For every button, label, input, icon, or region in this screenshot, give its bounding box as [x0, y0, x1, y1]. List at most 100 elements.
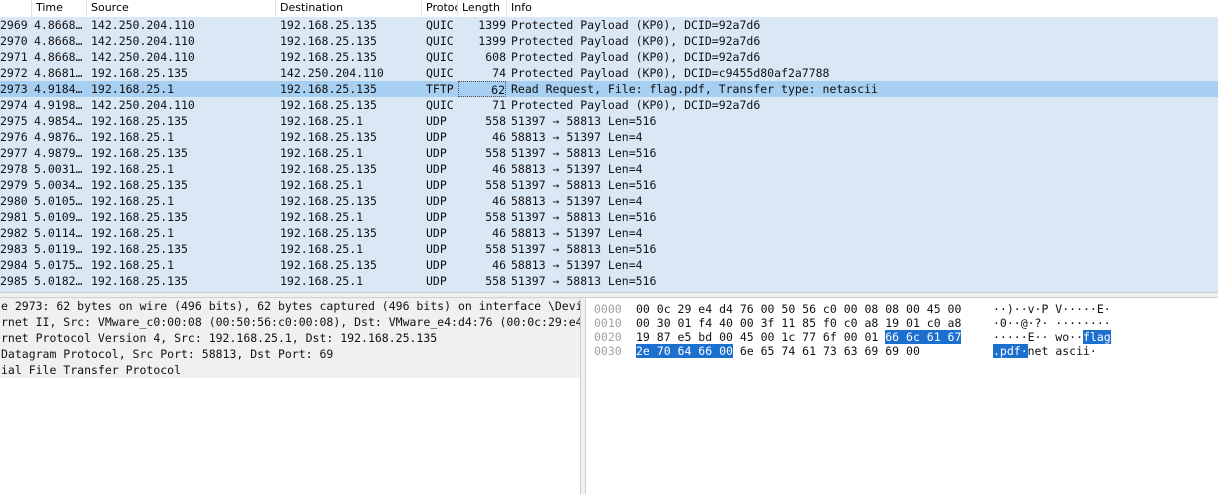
- packet-number: 2971: [0, 50, 28, 64]
- packet-time: 5.0031…: [34, 162, 83, 176]
- packet-protocol: UDP: [426, 210, 447, 224]
- packet-row[interactable]: 2974 4.9198… 142.250.204.110 192.168.25.135…: [0, 97, 1218, 113]
- packet-time: 5.0175…: [34, 258, 83, 272]
- bytes-row: 0000 00 0c 29 e4 d4 76 00 50 56 c0 00 08…: [586, 302, 1218, 316]
- packet-source: 192.168.25.135: [91, 146, 188, 160]
- packet-row[interactable]: 2976 4.9876… 192.168.25.1 192.168.25.135 UDP…: [0, 129, 1218, 145]
- packet-row[interactable]: 2975 4.9854… 192.168.25.135 192.168.25.1 UDP…: [0, 113, 1218, 129]
- packet-number: 2982: [0, 226, 28, 240]
- packet-row[interactable]: 2983 5.0119… 192.168.25.135 192.168.25.1 UDP…: [0, 241, 1218, 257]
- packet-row-selected[interactable]: 2973 4.9184… 192.168.25.1 192.168.25.135 TFT…: [0, 81, 1218, 97]
- packet-info: 51397 → 58813 Len=516: [511, 178, 657, 192]
- bytes-hex-plain: 6e 65 74 61 73 63 69 69 00: [732, 344, 920, 358]
- packet-info: Read Request, File: flag.pdf, Transfer t…: [511, 82, 878, 96]
- packet-row[interactable]: 2978 5.0031… 192.168.25.1 192.168.25.135 UDP…: [0, 161, 1218, 177]
- packet-protocol: UDP: [426, 114, 447, 128]
- bytes-ascii[interactable]: ··)··v·P V·····E·: [993, 302, 1111, 316]
- packet-row[interactable]: 2972 4.8681… 192.168.25.135 142.250.204.110…: [0, 65, 1218, 81]
- packet-bytes-pane[interactable]: 0000 00 0c 29 e4 d4 76 00 50 56 c0 00 08…: [586, 298, 1218, 494]
- details-ethernet-line[interactable]: rnet II, Src: VMware_c0:00:08 (00:50:56:…: [0, 314, 580, 330]
- packet-row[interactable]: 2969 4.8668… 142.250.204.110 192.168.25.135…: [0, 17, 1218, 33]
- packet-protocol: UDP: [426, 130, 447, 144]
- packet-number: 2977: [0, 146, 28, 160]
- packet-row[interactable]: 2981 5.0109… 192.168.25.135 192.168.25.1 UDP…: [0, 209, 1218, 225]
- packet-row[interactable]: 2977 4.9879… 192.168.25.135 192.168.25.1 UDP…: [0, 145, 1218, 161]
- packet-row[interactable]: 2984 5.0175… 192.168.25.1 192.168.25.135 UDP…: [0, 257, 1218, 273]
- packet-info: 51397 → 58813 Len=516: [511, 274, 657, 288]
- bytes-hex[interactable]: 19 87 e5 bd 00 45 00 1c 77 6f 00 01 66 6…: [636, 330, 962, 344]
- packet-row[interactable]: 2980 5.0105… 192.168.25.1 192.168.25.135 UDP…: [0, 193, 1218, 209]
- details-tree: e 2973: 62 bytes on wire (496 bits), 62 …: [0, 298, 580, 378]
- details-udp-line[interactable]: Datagram Protocol, Src Port: 58813, Dst …: [0, 346, 580, 362]
- packet-destination: 192.168.25.1: [280, 242, 364, 256]
- packet-length: 558: [485, 210, 506, 224]
- packet-info: 51397 → 58813 Len=516: [511, 114, 657, 128]
- packet-time: 4.9198…: [34, 98, 83, 112]
- packet-length: 558: [485, 242, 506, 256]
- packet-protocol: UDP: [426, 242, 447, 256]
- packet-number: 2983: [0, 242, 28, 256]
- packet-protocol: UDP: [426, 146, 447, 160]
- packet-protocol: QUIC: [426, 34, 454, 48]
- column-length[interactable]: Length: [458, 0, 507, 17]
- bytes-ascii[interactable]: .pdf·net ascii·: [993, 344, 1097, 358]
- packet-list[interactable]: Time Source Destination Protoc Length In…: [0, 0, 1218, 292]
- packet-row[interactable]: 2971 4.8668… 142.250.204.110 192.168.25.135…: [0, 49, 1218, 65]
- packet-info: 58813 → 51397 Len=4: [511, 130, 643, 144]
- packet-length: 558: [485, 274, 506, 288]
- packet-destination: 192.168.25.1: [280, 114, 364, 128]
- bytes-hex[interactable]: 2e 70 64 66 00 6e 65 74 61 73 63 69 69 0…: [636, 344, 920, 358]
- column-source[interactable]: Source: [87, 0, 276, 17]
- packet-source: 142.250.204.110: [91, 98, 195, 112]
- bytes-ascii-plain: net ascii·: [1027, 344, 1097, 358]
- packet-protocol: QUIC: [426, 66, 454, 80]
- packet-number: 2974: [0, 98, 28, 112]
- packet-source: 192.168.25.1: [91, 162, 175, 176]
- packet-number: 2972: [0, 66, 28, 80]
- bytes-ascii-highlight: flag: [1083, 330, 1111, 344]
- details-frame-line[interactable]: e 2973: 62 bytes on wire (496 bits), 62 …: [0, 298, 580, 314]
- column-no[interactable]: [0, 0, 32, 17]
- packet-protocol: UDP: [426, 162, 447, 176]
- packet-length: 1399: [478, 34, 506, 48]
- packet-length: 608: [485, 50, 506, 64]
- packet-info: Protected Payload (KP0), DCID=92a7d6: [511, 50, 761, 64]
- column-protocol[interactable]: Protoc: [422, 0, 458, 17]
- details-ip-line[interactable]: rnet Protocol Version 4, Src: 192.168.25…: [0, 330, 580, 346]
- packet-length: 46: [492, 194, 506, 208]
- bytes-offset: 0030: [594, 344, 622, 358]
- column-time[interactable]: Time: [32, 0, 87, 17]
- packet-source: 192.168.25.1: [91, 194, 175, 208]
- packet-source: 192.168.25.135: [91, 274, 188, 288]
- packet-length: 46: [492, 130, 506, 144]
- packet-row[interactable]: 2970 4.8668… 142.250.204.110 192.168.25.135…: [0, 33, 1218, 49]
- packet-row[interactable]: 2979 5.0034… 192.168.25.135 192.168.25.1 UDP…: [0, 177, 1218, 193]
- bytes-row: 0020 19 87 e5 bd 00 45 00 1c 77 6f 00 01…: [586, 330, 1218, 344]
- bytes-hex[interactable]: 00 30 01 f4 40 00 3f 11 85 f0 c0 a8 19 0…: [636, 316, 961, 330]
- bytes-row: 0010 00 30 01 f4 40 00 3f 11 85 f0 c0 a8…: [586, 316, 1218, 330]
- bytes-ascii[interactable]: ·0··@·?· ········: [993, 316, 1111, 330]
- packet-time: 4.8668…: [34, 50, 83, 64]
- packet-number: 2979: [0, 178, 28, 192]
- packet-source: 192.168.25.135: [91, 242, 188, 256]
- packet-details-pane[interactable]: e 2973: 62 bytes on wire (496 bits), 62 …: [0, 298, 580, 494]
- packet-destination: 192.168.25.135: [280, 194, 377, 208]
- packet-destination: 192.168.25.135: [280, 98, 377, 112]
- bytes-ascii-plain: ·····E·· wo··: [993, 330, 1084, 344]
- bytes-hex-highlight: 66 6c 61 67: [885, 330, 962, 344]
- bytes-hex[interactable]: 00 0c 29 e4 d4 76 00 50 56 c0 00 08 08 0…: [636, 302, 961, 316]
- packet-length: 46: [492, 162, 506, 176]
- packet-time: 4.8681…: [34, 66, 83, 80]
- details-tftp-line[interactable]: ial File Transfer Protocol: [0, 362, 580, 378]
- packet-row[interactable]: 2982 5.0114… 192.168.25.1 192.168.25.135 UDP…: [0, 225, 1218, 241]
- bytes-ascii[interactable]: ·····E·· wo··flag: [993, 330, 1111, 344]
- column-destination[interactable]: Destination: [276, 0, 422, 17]
- bytes-row: 0030 2e 70 64 66 00 6e 65 74 61 73 63 69…: [586, 344, 1218, 358]
- bytes-offset: 0010: [594, 316, 622, 330]
- packet-time: 5.0119…: [34, 242, 83, 256]
- packet-destination: 192.168.25.1: [280, 210, 364, 224]
- packet-time: 5.0105…: [34, 194, 83, 208]
- column-info[interactable]: Info: [507, 0, 1218, 17]
- packet-row[interactable]: 2985 5.0182… 192.168.25.135 192.168.25.1 UDP…: [0, 273, 1218, 289]
- packet-info: 58813 → 51397 Len=4: [511, 226, 643, 240]
